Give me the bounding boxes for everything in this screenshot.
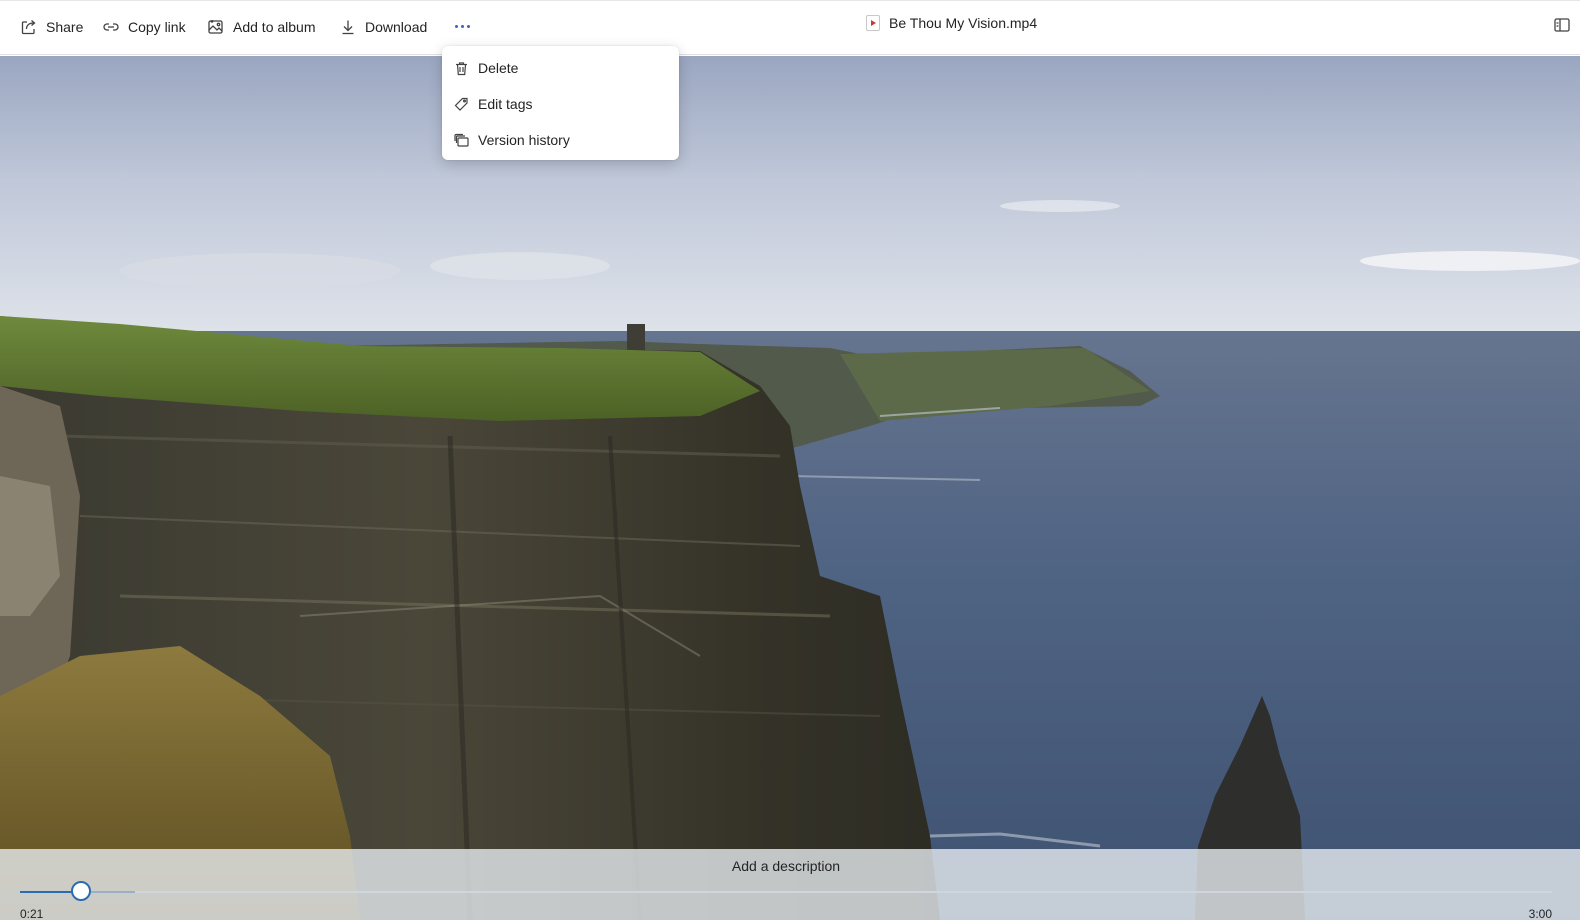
menu-item-version-history[interactable]: Version history (442, 122, 679, 158)
seek-thumb[interactable] (71, 881, 91, 901)
trash-icon (456, 61, 467, 75)
link-icon (103, 23, 119, 31)
copy-link-button[interactable]: Copy link (102, 13, 186, 41)
menu-item-delete-label: Delete (478, 60, 519, 76)
share-label: Share (46, 19, 84, 35)
version-history-icon (454, 133, 469, 147)
file-title-text: Be Thou My Vision.mp4 (889, 15, 1038, 31)
video-player[interactable] (0, 56, 1580, 920)
menu-item-version-history-label: Version history (478, 132, 570, 148)
download-button[interactable]: Download (339, 13, 427, 41)
menu-item-edit-tags[interactable]: Edit tags (442, 86, 679, 122)
player-controls: Add a description 0:21 3:00 (0, 849, 1580, 921)
add-to-album-icon (208, 20, 223, 34)
more-options-menu: Delete Edit tags Version history (442, 46, 679, 160)
add-description-field[interactable]: Add a description (0, 858, 1572, 874)
seek-track[interactable] (20, 891, 1552, 893)
copy-link-label: Copy link (128, 19, 186, 35)
download-label: Download (365, 19, 428, 35)
top-toolbar: Share Copy link Add to album Download Be… (0, 0, 1580, 55)
total-time: 3:00 (1528, 907, 1552, 921)
download-icon (342, 20, 354, 35)
menu-item-delete[interactable]: Delete (442, 50, 679, 86)
more-horizontal-icon (454, 24, 458, 28)
info-pane-icon[interactable] (1554, 18, 1570, 32)
share-button[interactable]: Share (20, 13, 83, 41)
share-icon (21, 20, 36, 35)
current-time: 0:21 (20, 907, 44, 921)
add-to-album-button[interactable]: Add to album (207, 13, 316, 41)
file-title: Be Thou My Vision.mp4 (866, 15, 1037, 31)
menu-item-edit-tags-label: Edit tags (478, 96, 533, 112)
tag-icon (454, 97, 468, 111)
more-options-button[interactable] (452, 15, 472, 37)
add-to-album-label: Add to album (233, 19, 316, 35)
video-frame (0, 56, 1580, 920)
video-file-icon (866, 15, 880, 31)
